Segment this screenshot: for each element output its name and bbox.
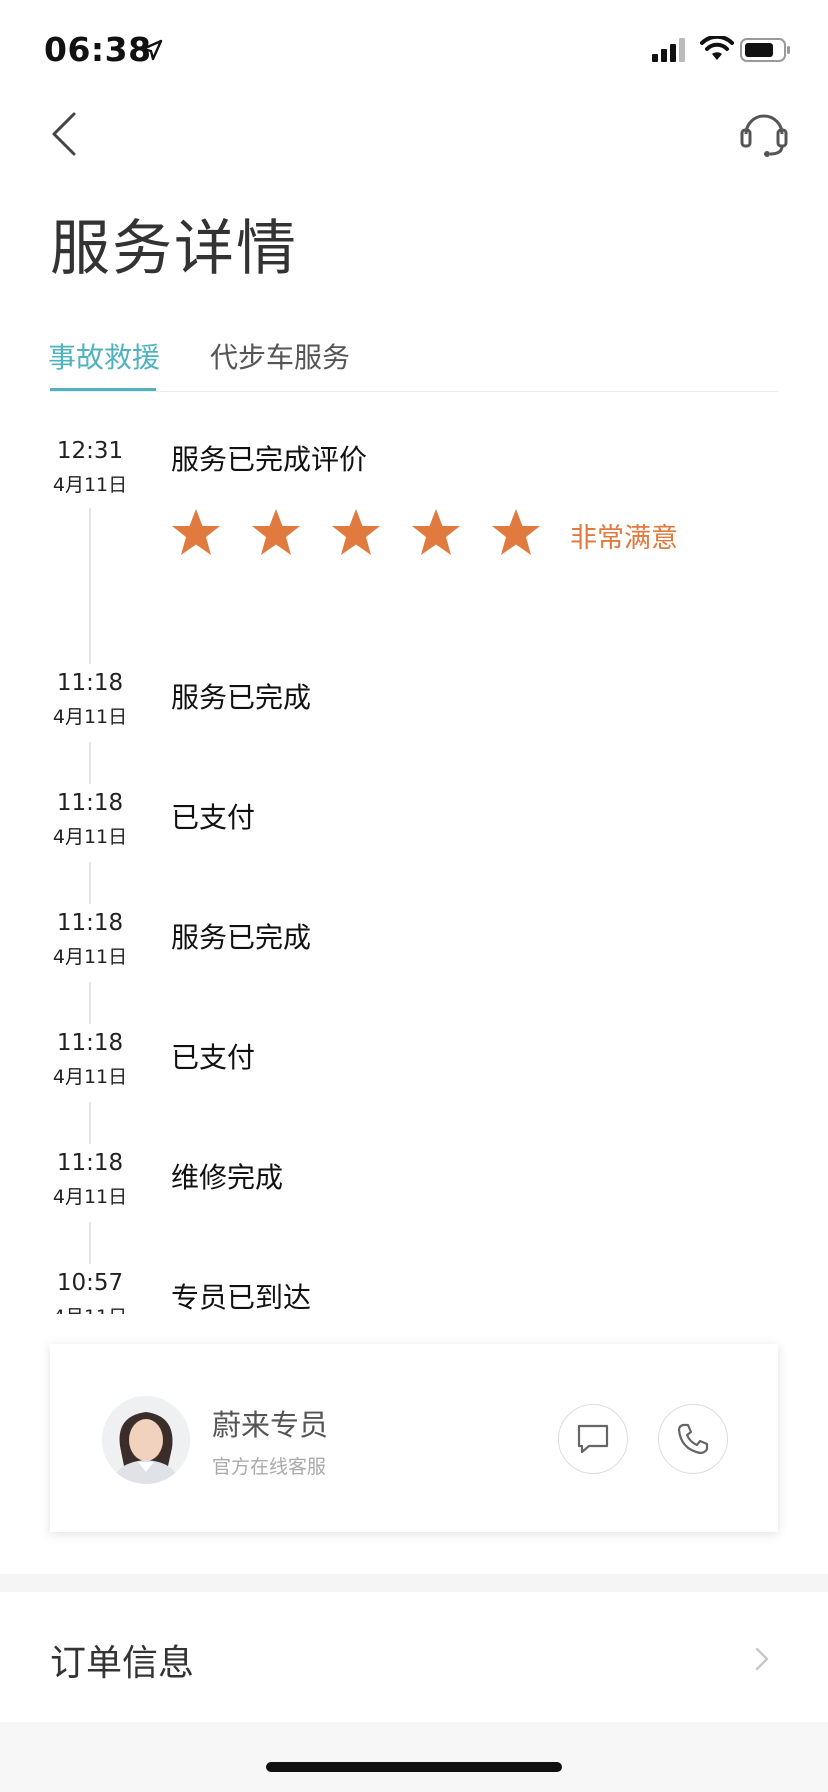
active-tab-indicator xyxy=(50,388,156,391)
timeline-date: 4月11日 xyxy=(52,946,128,968)
chevron-right-icon xyxy=(755,1647,769,1671)
timeline-time: 11:18 xyxy=(56,670,124,696)
timeline-time: 11:18 xyxy=(56,790,124,816)
timeline-connector xyxy=(89,508,91,664)
tab-courtesy-car[interactable]: 代步车服务 xyxy=(210,336,350,376)
timeline-connector xyxy=(89,982,91,1024)
headset-icon xyxy=(740,114,788,157)
home-indicator[interactable] xyxy=(266,1762,562,1772)
star-icon xyxy=(252,509,300,555)
rating-text: 非常满意 xyxy=(570,523,678,554)
star-icon xyxy=(332,509,380,555)
timeline-title: 已支付 xyxy=(171,801,256,834)
timeline-date: 4月11日 xyxy=(52,1066,128,1088)
avatar xyxy=(102,1396,190,1484)
agent-photo-icon xyxy=(102,1396,190,1484)
battery-icon xyxy=(740,38,790,62)
back-button[interactable] xyxy=(40,104,90,160)
tab-accident-rescue[interactable]: 事故救援 xyxy=(48,336,160,376)
status-time: 06:38 xyxy=(44,30,152,69)
wifi-icon xyxy=(700,36,734,60)
star-icon xyxy=(492,509,540,555)
tab-bar: 事故救援 代步车服务 xyxy=(48,336,778,392)
timeline-time: 12:31 xyxy=(56,438,124,464)
timeline-date: 4月11日 xyxy=(52,474,128,496)
timeline-connector xyxy=(89,1102,91,1144)
section-divider xyxy=(0,1574,828,1592)
customer-service-button[interactable] xyxy=(736,104,792,160)
timeline-title: 已支付 xyxy=(171,1041,256,1074)
timeline-title: 维修完成 xyxy=(171,1161,284,1194)
service-timeline: 12:31 4月11日 服务已完成评价 非常满意 11:18 4月11日 服务已… xyxy=(0,420,828,1314)
timeline-date: 4月11日 xyxy=(52,1186,128,1208)
timeline-date: 4月11日 xyxy=(50,1302,130,1314)
rating-stars xyxy=(168,506,568,562)
location-arrow-icon xyxy=(141,39,163,61)
back-chevron-icon xyxy=(52,112,76,156)
timeline-title: 服务已完成 xyxy=(171,681,312,714)
timeline-time: 11:18 xyxy=(56,1030,124,1056)
timeline-date: 4月11日 xyxy=(52,706,128,728)
timeline-connector xyxy=(89,742,91,784)
timeline-connector xyxy=(89,862,91,904)
cellular-signal-icon xyxy=(652,38,685,62)
order-info-row[interactable]: 订单信息 xyxy=(0,1592,828,1722)
timeline-connector xyxy=(89,1222,91,1264)
timeline-time: 10:57 xyxy=(56,1270,124,1296)
chat-button[interactable] xyxy=(558,1404,628,1474)
timeline-title: 专员已到达 xyxy=(171,1281,312,1314)
order-info-label: 订单信息 xyxy=(50,1643,195,1684)
page-title: 服务详情 xyxy=(50,214,298,284)
status-bar: 06:38 xyxy=(0,0,828,100)
agent-name: 蔚来专员 xyxy=(212,1408,329,1442)
star-icon xyxy=(412,509,460,555)
chat-bubble-icon xyxy=(577,1424,609,1454)
timeline-time: 11:18 xyxy=(56,1150,124,1176)
timeline-title: 服务已完成 xyxy=(171,921,312,954)
star-icon xyxy=(172,509,220,555)
call-button[interactable] xyxy=(658,1404,728,1474)
agent-card: 蔚来专员 官方在线客服 xyxy=(50,1344,778,1532)
bottom-safe-area xyxy=(0,1722,828,1792)
agent-subtitle: 官方在线客服 xyxy=(212,1456,327,1478)
timeline-title: 服务已完成评价 xyxy=(171,443,368,476)
phone-icon xyxy=(677,1423,709,1455)
timeline-time: 11:18 xyxy=(56,910,124,936)
timeline-date: 4月11日 xyxy=(52,826,128,848)
